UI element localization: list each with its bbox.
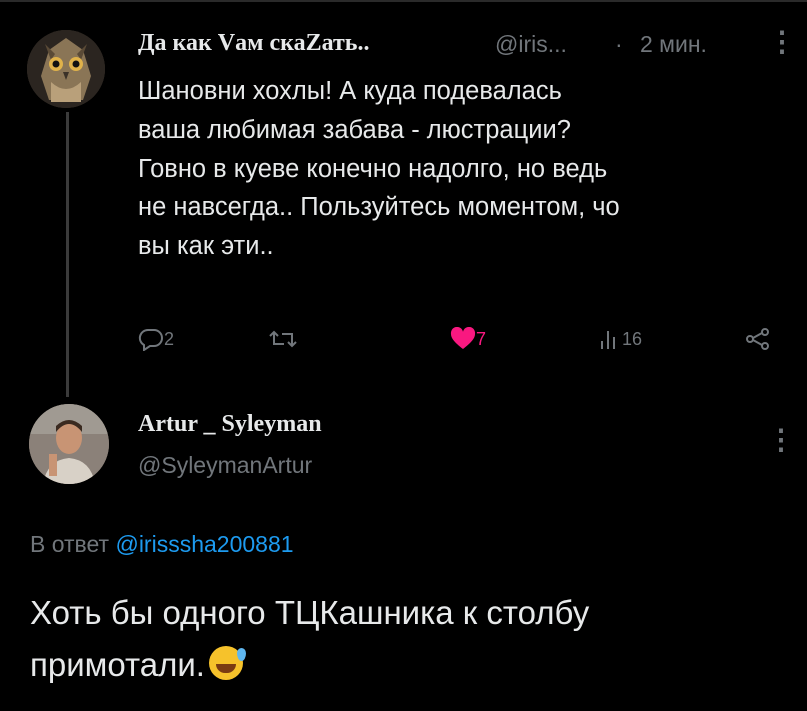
reply-button[interactable]: 2 xyxy=(138,327,174,351)
like-button[interactable]: 7 xyxy=(450,327,486,351)
reply-mention-link[interactable]: @irisssha200881 xyxy=(115,531,293,557)
timestamp[interactable]: 2 мин. xyxy=(640,31,707,58)
replying-to: В ответ @irisssha200881 xyxy=(30,531,294,558)
reply-count: 2 xyxy=(164,328,175,349)
avatar[interactable] xyxy=(27,30,105,108)
tweet-text: Хоть бы одного ТЦКашника к столбу примот… xyxy=(30,587,790,691)
display-name[interactable]: Да как Vам скаZать.. xyxy=(138,30,369,57)
more-vertical-icon[interactable]: ⋮ xyxy=(767,426,795,454)
tweet-text-line: Шановни хохлы! А куда подевалась xyxy=(138,77,562,105)
views-button[interactable]: 16 xyxy=(598,327,642,351)
profile-photo-icon xyxy=(29,404,109,484)
tweet-text-line: Хоть бы одного ТЦКашника к столбу xyxy=(30,594,590,631)
tweet-thread: Да как Vам скаZать.. @iris... · 2 мин. ⋮… xyxy=(0,0,807,711)
like-count: 7 xyxy=(476,328,487,349)
tweet-text-line: не навсегда.. Пользуйтесь моментом, чо xyxy=(138,193,620,222)
username-handle[interactable]: @SyleymanArtur xyxy=(138,452,312,479)
heart-icon xyxy=(450,327,476,349)
views-count: 16 xyxy=(622,328,643,349)
owl-avatar-icon xyxy=(27,30,105,108)
reply-icon xyxy=(138,328,163,351)
thread-connector xyxy=(66,112,69,397)
replying-prefix: В ответ xyxy=(30,531,110,557)
retweet-button[interactable] xyxy=(268,327,298,351)
separator-dot: · xyxy=(615,31,623,57)
tweet-text-line: Говно в куеве конечно надолго, но ведь xyxy=(138,154,608,183)
more-vertical-icon[interactable]: ⋮ xyxy=(768,28,796,56)
username-handle[interactable]: @iris... xyxy=(495,31,567,58)
display-name[interactable]: Artur _ Syleyman xyxy=(138,411,322,438)
tweet-text: Шановни хохлы! А куда подевалась ваша лю… xyxy=(138,72,793,266)
avatar[interactable] xyxy=(29,404,109,484)
tweet-text-line: примотали. xyxy=(30,646,205,683)
tweet-text-line: вы как эти.. xyxy=(138,232,274,261)
tweet-text-line-last: примотали. xyxy=(30,639,790,691)
divider xyxy=(0,0,807,2)
share-button[interactable] xyxy=(745,327,771,351)
views-icon xyxy=(601,331,615,349)
action-bar: 2 7 16 xyxy=(138,325,788,361)
share-icon xyxy=(746,328,769,350)
tweet-text-line: ваша любимая забава - люстрации? xyxy=(138,115,571,144)
retweet-icon xyxy=(269,330,297,348)
sweat-smile-emoji-icon xyxy=(208,646,246,680)
